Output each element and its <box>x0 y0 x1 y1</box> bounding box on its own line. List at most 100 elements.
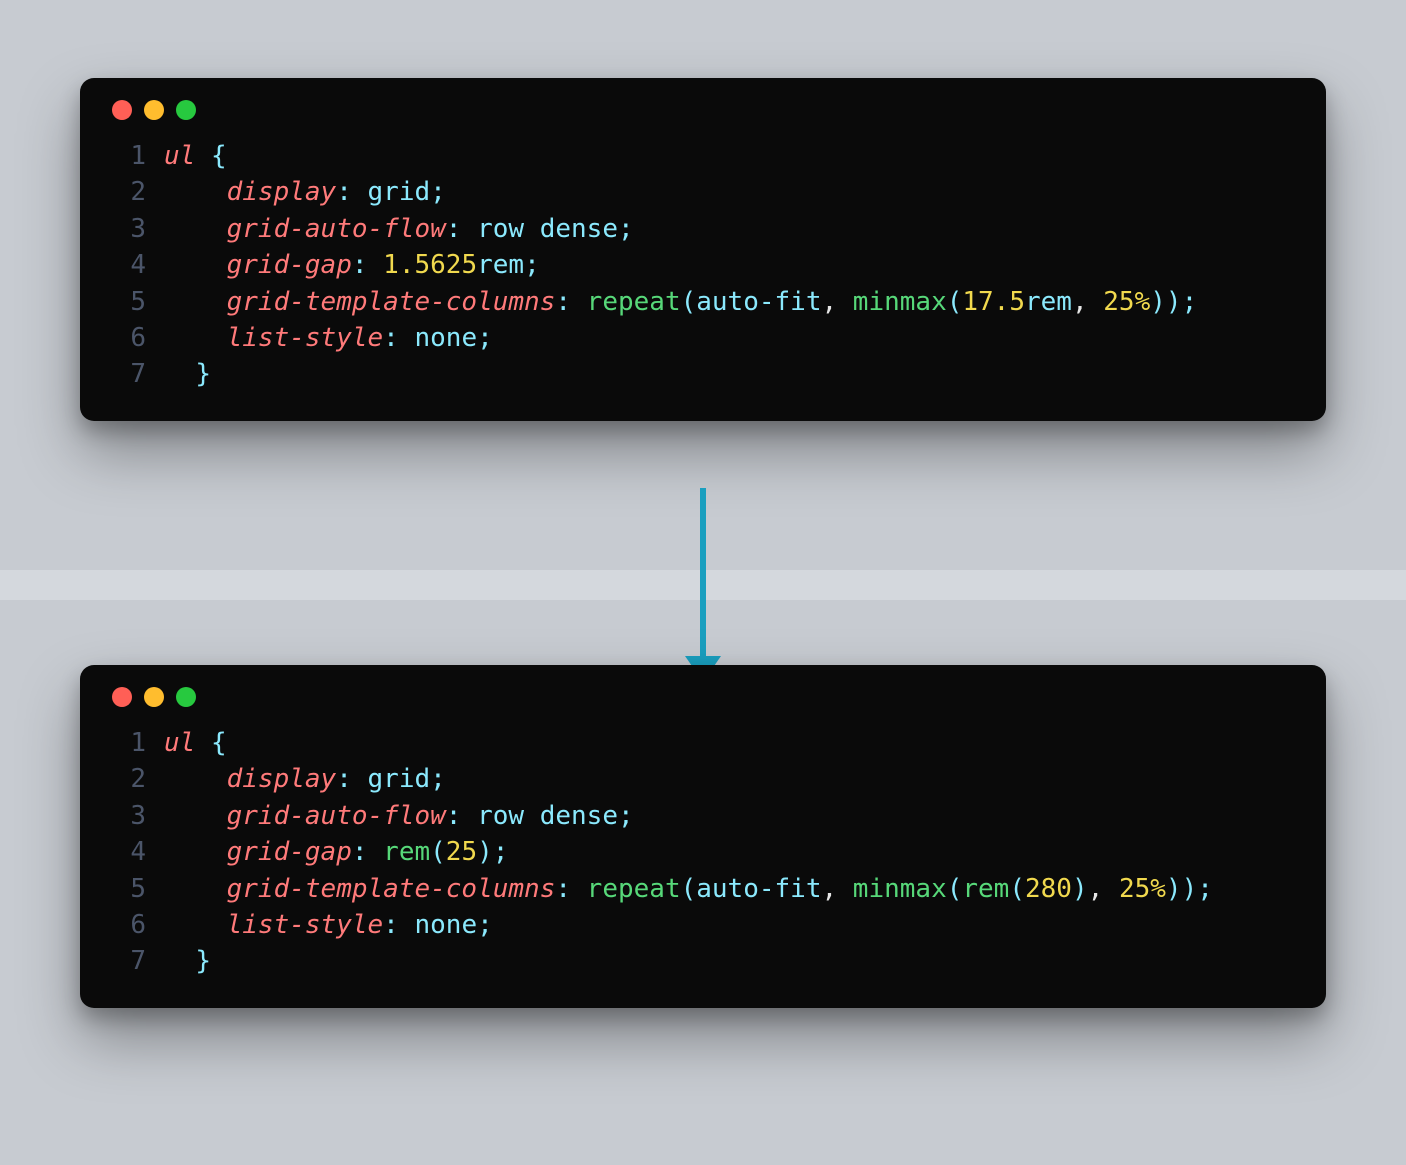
token: ( <box>1009 874 1025 904</box>
token: { <box>211 728 227 758</box>
code-window-top: 1ul {2 display: grid;3 grid-auto-flow: r… <box>80 78 1326 421</box>
token <box>399 910 415 940</box>
code-line: 3 grid-auto-flow: row dense; <box>108 798 1298 834</box>
token: ; <box>477 323 493 353</box>
token <box>164 287 227 317</box>
token: ; <box>1182 287 1198 317</box>
token: , <box>1072 287 1088 317</box>
token <box>164 801 227 831</box>
close-icon[interactable] <box>112 687 132 707</box>
line-number: 1 <box>108 138 146 174</box>
code-content: grid-gap: rem(25); <box>146 834 508 870</box>
token: ; <box>1197 874 1213 904</box>
token: : <box>352 250 368 280</box>
code-content: display: grid; <box>146 174 446 210</box>
token: minmax <box>853 874 947 904</box>
line-number: 6 <box>108 907 146 943</box>
code-line: 5 grid-template-columns: repeat(auto-fit… <box>108 284 1298 320</box>
traffic-lights <box>108 687 1298 707</box>
code-content: display: grid; <box>146 761 446 797</box>
token <box>164 323 227 353</box>
token <box>571 874 587 904</box>
code-line: 3 grid-auto-flow: row dense; <box>108 211 1298 247</box>
minimize-icon[interactable] <box>144 687 164 707</box>
token: ; <box>524 250 540 280</box>
token: ( <box>430 837 446 867</box>
zoom-icon[interactable] <box>176 100 196 120</box>
code-line: 4 grid-gap: 1.5625rem; <box>108 247 1298 283</box>
token: : <box>446 214 462 244</box>
token: rem <box>383 837 430 867</box>
token: } <box>195 946 211 976</box>
token <box>164 910 227 940</box>
close-icon[interactable] <box>112 100 132 120</box>
code-line: 1ul { <box>108 725 1298 761</box>
token: { <box>211 141 227 171</box>
token: ) <box>477 837 493 867</box>
minimize-icon[interactable] <box>144 100 164 120</box>
code-block-bottom: 1ul {2 display: grid;3 grid-auto-flow: r… <box>108 725 1298 980</box>
zoom-icon[interactable] <box>176 687 196 707</box>
token: ) <box>1072 874 1088 904</box>
token: rem <box>962 874 1009 904</box>
code-line: 5 grid-template-columns: repeat(auto-fit… <box>108 871 1298 907</box>
code-block-top: 1ul {2 display: grid;3 grid-auto-flow: r… <box>108 138 1298 393</box>
token: grid-auto-flow <box>227 801 446 831</box>
token: rem <box>477 250 524 280</box>
token: rem <box>1025 287 1072 317</box>
line-number: 6 <box>108 320 146 356</box>
token: , <box>821 874 837 904</box>
code-line: 7 } <box>108 943 1298 979</box>
code-content: grid-gap: 1.5625rem; <box>146 247 540 283</box>
token <box>368 837 384 867</box>
code-content: } <box>146 943 211 979</box>
token: grid-auto-flow <box>227 214 446 244</box>
token: row dense <box>477 801 618 831</box>
token: : <box>555 287 571 317</box>
token: : <box>383 910 399 940</box>
token: 1.5625 <box>383 250 477 280</box>
down-arrow-icon <box>685 488 721 682</box>
token: grid-gap <box>227 837 352 867</box>
token <box>837 874 853 904</box>
token: ul <box>164 728 195 758</box>
line-number: 7 <box>108 943 146 979</box>
token: minmax <box>853 287 947 317</box>
token: ( <box>947 287 963 317</box>
line-number: 5 <box>108 284 146 320</box>
token: 280 <box>1025 874 1072 904</box>
token: ( <box>681 287 697 317</box>
token: } <box>195 359 211 389</box>
token: display <box>227 764 337 794</box>
token: repeat <box>587 287 681 317</box>
code-line: 1 ul { <box>108 138 1298 174</box>
token: , <box>1088 874 1104 904</box>
token: : <box>336 177 352 207</box>
token <box>164 946 195 976</box>
token: 25 <box>446 837 477 867</box>
token: , <box>821 287 837 317</box>
line-number: 1 <box>108 725 146 761</box>
token <box>164 359 195 389</box>
token: : <box>555 874 571 904</box>
code-content: grid-template-columns: repeat(auto-fit, … <box>146 284 1197 320</box>
token: display <box>227 177 337 207</box>
token <box>368 250 384 280</box>
line-number: 4 <box>108 247 146 283</box>
token: : <box>352 837 368 867</box>
code-line: 6 list-style: none; <box>108 320 1298 356</box>
token: ) <box>1166 287 1182 317</box>
line-number: 7 <box>108 356 146 392</box>
token: auto-fit <box>696 287 821 317</box>
code-line: 2 display: grid; <box>108 761 1298 797</box>
code-content: grid-auto-flow: row dense; <box>146 211 634 247</box>
token <box>1088 287 1104 317</box>
token: list-style <box>227 323 384 353</box>
token: ) <box>1182 874 1198 904</box>
token: none <box>414 323 477 353</box>
line-number: 3 <box>108 798 146 834</box>
token: ul <box>164 141 195 171</box>
code-content: ul { <box>146 725 227 761</box>
token <box>1103 874 1119 904</box>
token <box>164 764 227 794</box>
